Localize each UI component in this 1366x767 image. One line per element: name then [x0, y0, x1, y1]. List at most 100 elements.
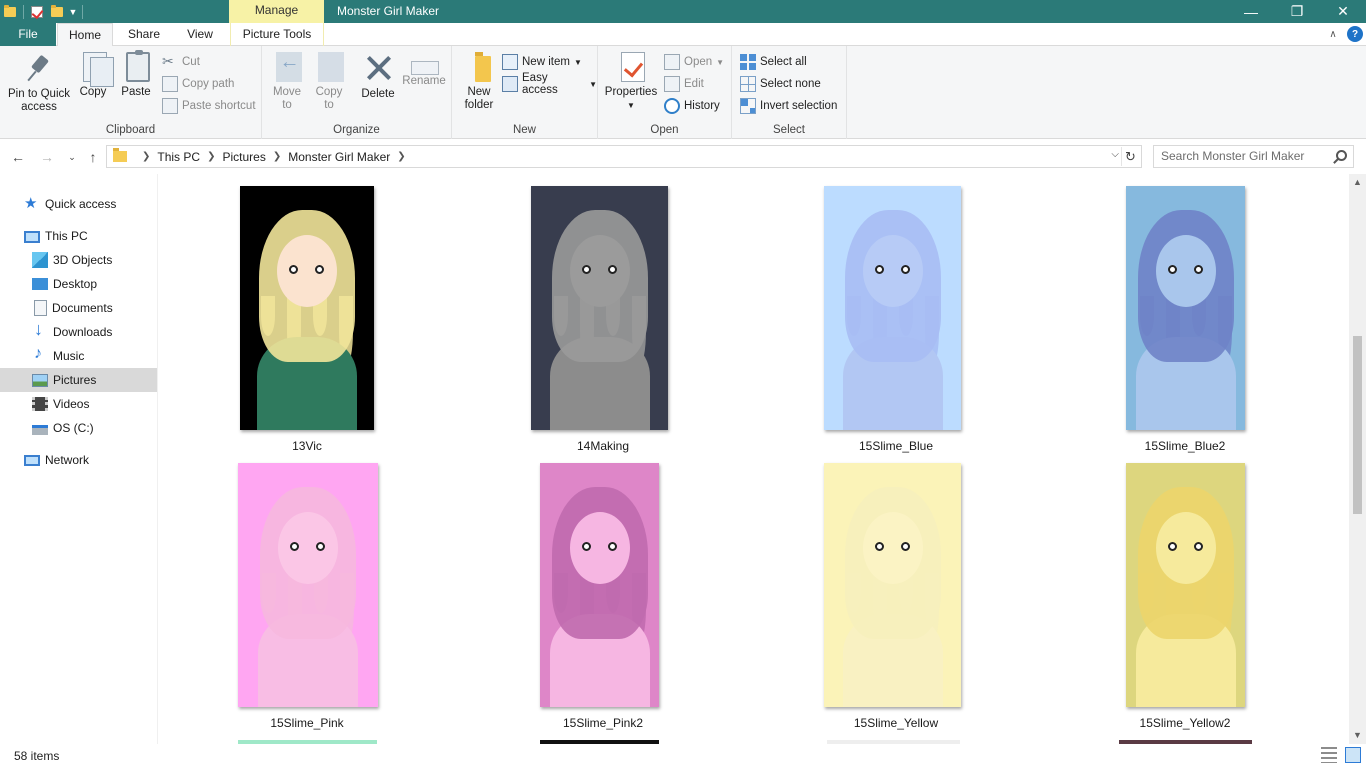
new-folder-button[interactable]: New folder [460, 52, 498, 112]
file-thumbnail[interactable] [1126, 186, 1245, 430]
file-thumbnail[interactable] [531, 186, 668, 430]
sidebar-item-label: Downloads [53, 325, 113, 339]
copy-to-button[interactable]: Copy to [312, 52, 346, 112]
minimize-button[interactable]: — [1228, 0, 1274, 23]
breadcrumb-monster-girl-maker[interactable]: Monster Girl Maker [288, 150, 390, 164]
delete-button[interactable]: Delete [358, 52, 398, 101]
address-history-chevron-down-icon[interactable]: ⌵ [1111, 149, 1119, 160]
clipboard-group: Pin to Quick access Copy Paste Cut Copy … [0, 46, 262, 139]
organize-group: Move to Copy to Delete Rename Organize [262, 46, 452, 139]
thumbnail-art [862, 234, 923, 307]
properties-quick-button[interactable] [27, 0, 47, 23]
breadcrumb-separator-icon[interactable]: ❯ [207, 151, 215, 162]
tab-view[interactable]: View [176, 23, 224, 46]
delete-x-icon [362, 52, 394, 84]
sidebar-item-3d-objects[interactable]: 3D Objects [0, 248, 157, 272]
collapse-ribbon-chevron-up-icon[interactable]: ∧ [1325, 26, 1341, 42]
tab-manage[interactable]: Manage [229, 0, 324, 23]
scroll-up-chevron-icon[interactable]: ▲ [1349, 174, 1366, 191]
sidebar-item-music[interactable]: Music [0, 344, 157, 368]
breadcrumb-separator-icon[interactable]: ❯ [273, 151, 281, 162]
paste-button[interactable]: Paste [118, 50, 154, 99]
help-icon[interactable]: ? [1347, 26, 1363, 42]
file-thumbnail[interactable] [824, 186, 961, 430]
invert-selection-icon [740, 98, 756, 114]
sidebar-item-os-drive[interactable]: OS (C:) [0, 416, 157, 440]
easy-access-button[interactable]: Easy access ▼ [502, 72, 597, 96]
history-icon [664, 98, 680, 114]
move-to-label-line1: Move [272, 86, 302, 98]
move-to-button[interactable]: Move to [270, 52, 304, 112]
edit-icon [664, 76, 680, 92]
close-button[interactable]: ✕ [1320, 0, 1366, 23]
pin-to-quick-access-button[interactable]: Pin to Quick access [4, 52, 74, 114]
forward-arrow-icon[interactable]: → [37, 147, 57, 167]
sidebar-item-quick-access[interactable]: Quick access [0, 192, 157, 216]
large-icons-view-icon[interactable] [1345, 747, 1361, 763]
properties-icon [621, 52, 645, 82]
sidebar-item-this-pc[interactable]: This PC [0, 224, 157, 248]
breadcrumb-separator-icon[interactable]: ❯ [142, 151, 150, 162]
customize-toolbar-chevron-down-icon[interactable]: ▼ [67, 7, 79, 17]
sidebar-item-desktop[interactable]: Desktop [0, 272, 157, 296]
copy-icon [83, 52, 114, 87]
restore-button[interactable]: ❐ [1274, 0, 1320, 23]
tab-file[interactable]: File [0, 23, 56, 46]
network-icon [24, 454, 40, 466]
copy-path-button[interactable]: Copy path [162, 74, 234, 94]
file-thumbnail[interactable] [240, 186, 374, 430]
sidebar-item-pictures[interactable]: Pictures [0, 368, 157, 392]
history-button[interactable]: History [664, 96, 720, 116]
select-all-label: Select all [760, 56, 807, 68]
new-group-label: New [512, 124, 536, 136]
thumbnail-art [1155, 234, 1216, 307]
back-arrow-icon[interactable]: ← [8, 147, 28, 167]
file-name: 15Slime_Pink [270, 716, 344, 730]
file-thumbnail[interactable] [238, 463, 378, 707]
sidebar-item-documents[interactable]: Documents [0, 296, 157, 320]
tab-home[interactable]: Home [57, 23, 113, 47]
address-input[interactable]: ❯ This PC ❯ Pictures ❯ Monster Girl Make… [106, 145, 1142, 168]
search-input[interactable]: Search Monster Girl Maker [1153, 145, 1354, 168]
open-icon [664, 54, 680, 70]
recent-locations-chevron-down-icon[interactable]: ⌄ [62, 147, 82, 167]
refresh-icon[interactable]: ↻ [1121, 147, 1139, 166]
open-button[interactable]: Open ▼ [664, 52, 724, 72]
details-view-icon[interactable] [1321, 747, 1337, 763]
copy-button[interactable]: Copy [76, 52, 114, 99]
thumbnail-art [289, 264, 298, 274]
thumbnail-art [874, 541, 884, 551]
breadcrumb-separator-icon[interactable]: ❯ [397, 151, 405, 162]
invert-selection-button[interactable]: Invert selection [740, 96, 837, 116]
breadcrumb-pictures[interactable]: Pictures [222, 150, 265, 164]
select-none-button[interactable]: Select none [740, 74, 821, 94]
tab-share[interactable]: Share [118, 23, 170, 46]
sidebar-item-downloads[interactable]: Downloads [0, 319, 157, 344]
new-folder-quick-button[interactable] [47, 0, 67, 23]
file-thumbnail[interactable] [540, 463, 659, 707]
sidebar-item-label: Pictures [53, 373, 97, 387]
tab-picture-tools[interactable]: Picture Tools [230, 23, 324, 46]
properties-button[interactable]: Properties ▼ [604, 52, 658, 112]
sidebar-item-videos[interactable]: Videos [0, 392, 157, 416]
paste-shortcut-button[interactable]: Paste shortcut [162, 96, 256, 116]
music-note-icon [32, 345, 48, 364]
file-thumbnail[interactable] [824, 463, 961, 707]
new-folder-label-line1: New [467, 86, 491, 98]
select-all-button[interactable]: Select all [740, 52, 807, 72]
thumbnail-art [569, 234, 630, 307]
file-thumbnail[interactable] [1126, 463, 1245, 707]
vertical-scrollbar[interactable]: ▲ ▼ [1349, 174, 1366, 744]
history-label: History [684, 100, 720, 112]
cut-button[interactable]: Cut [162, 52, 200, 72]
title-bar: ▼ Manage Monster Girl Maker — ❐ ✕ [0, 0, 1366, 23]
edit-button[interactable]: Edit [664, 74, 704, 94]
scrollbar-thumb[interactable] [1353, 336, 1362, 514]
scroll-down-chevron-icon[interactable]: ▼ [1349, 727, 1366, 744]
thumbnail-art [1193, 264, 1203, 274]
sidebar-item-network[interactable]: Network [0, 448, 157, 472]
new-item-button[interactable]: New item ▼ [502, 52, 582, 72]
up-arrow-icon[interactable]: ↑ [83, 147, 103, 167]
breadcrumb-this-pc[interactable]: This PC [157, 150, 200, 164]
rename-button[interactable]: Rename [402, 52, 446, 88]
